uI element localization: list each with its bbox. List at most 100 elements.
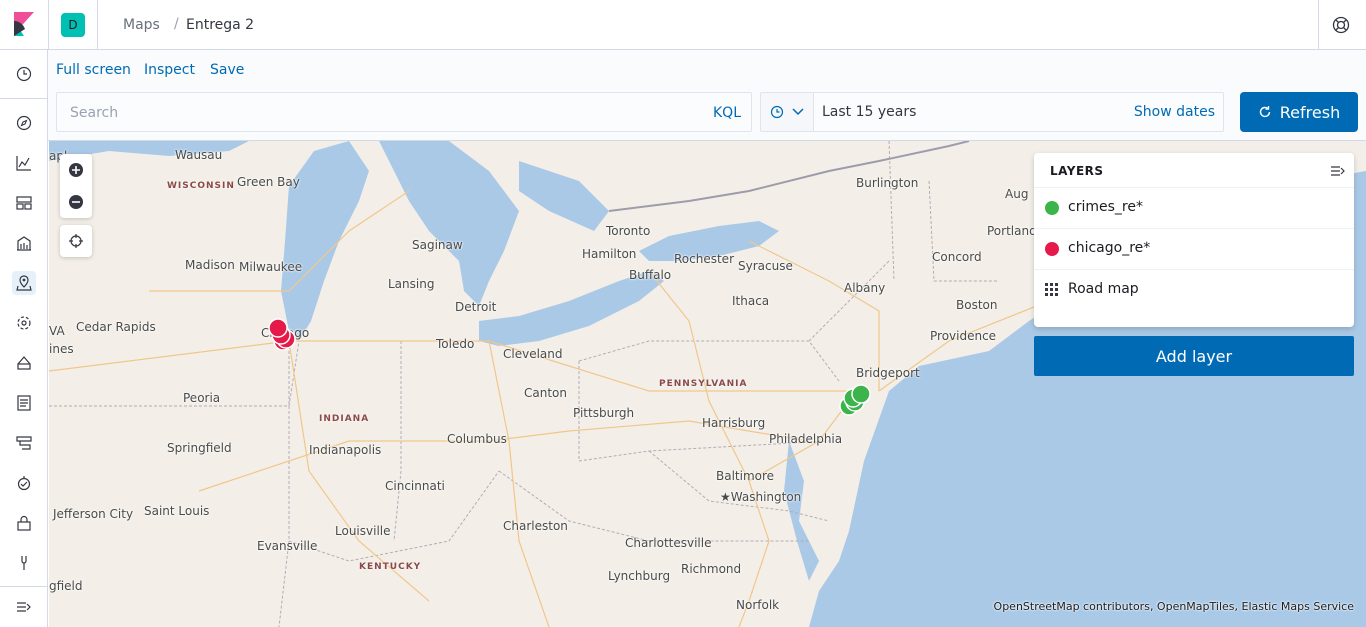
help-icon[interactable]	[1332, 16, 1350, 34]
collapse-panel-icon[interactable]	[1330, 163, 1346, 179]
place-label: Baltimore	[716, 469, 775, 483]
state-label: INDIANA	[319, 414, 370, 424]
logs-icon[interactable]	[12, 391, 36, 415]
canvas-icon[interactable]	[12, 231, 36, 255]
machine-learning-icon[interactable]	[12, 311, 36, 335]
breadcrumb-separator: /	[174, 16, 179, 32]
place-label: Saginaw	[412, 238, 463, 252]
place-label: Louisville	[335, 524, 391, 538]
place-label: Norfolk	[736, 598, 780, 612]
divider	[97, 0, 98, 50]
place-label: ines	[49, 342, 74, 356]
place-label: gfield	[49, 579, 83, 593]
state-label: WISCONSIN	[167, 181, 235, 191]
layer-item-chicago[interactable]: chicago_re*	[1034, 228, 1354, 269]
visualize-icon[interactable]	[12, 151, 36, 175]
inspect-link[interactable]: Inspect	[144, 62, 195, 78]
place-label: Burlington	[856, 176, 919, 190]
layer-color-dot	[1045, 242, 1059, 256]
infrastructure-icon[interactable]	[12, 351, 36, 375]
place-label: Harrisburg	[702, 416, 766, 430]
place-label: Jefferson City	[53, 507, 134, 521]
zoom-in-button[interactable]	[60, 154, 92, 186]
search-input[interactable]: Search KQL	[56, 92, 752, 132]
crosshair-icon	[69, 234, 83, 248]
nav-divider	[0, 98, 48, 99]
map-canvas[interactable]: Wausau Green Bay WISCONSIN apl Madison M…	[49, 141, 1366, 627]
zoom-controls	[60, 154, 92, 218]
place-label: Springfield	[167, 441, 232, 455]
place-label: Portland	[987, 224, 1037, 238]
refresh-label: Refresh	[1279, 102, 1341, 122]
time-range-label[interactable]: Last 15 years	[822, 104, 916, 120]
discover-compass-icon[interactable]	[12, 111, 36, 135]
date-picker: Last 15 years Show dates	[760, 92, 1224, 132]
place-label: Philadelphia	[769, 432, 843, 446]
place-label: Canton	[524, 386, 567, 400]
top-header: D Maps / Entrega 2	[0, 0, 1366, 50]
maps-icon[interactable]	[12, 271, 36, 295]
show-dates-link[interactable]: Show dates	[1134, 104, 1215, 120]
place-label: Boston	[956, 298, 998, 312]
place-label: Rochester	[674, 252, 734, 266]
space-avatar[interactable]: D	[61, 13, 85, 37]
full-screen-link[interactable]: Full screen	[56, 62, 131, 78]
place-label: Toledo	[436, 337, 475, 351]
dev-tools-icon[interactable]	[12, 551, 36, 575]
place-label: Lansing	[388, 277, 435, 291]
minus-circle-icon	[69, 195, 83, 209]
layer-color-dot	[1045, 201, 1059, 215]
calendar-clock-icon	[770, 105, 784, 119]
place-label: Aug	[1005, 187, 1029, 201]
place-label: VA	[49, 324, 65, 338]
apm-icon[interactable]	[12, 431, 36, 455]
breadcrumb-current: Entrega 2	[186, 17, 255, 33]
map-attribution[interactable]: OpenStreetMap contributors, OpenMapTiles…	[994, 600, 1354, 613]
place-label: Cedar Rapids	[76, 320, 156, 334]
top-nav-menu: Full screen Inspect Save Search KQL Last…	[48, 50, 1366, 141]
state-label: KENTUCKY	[359, 562, 422, 572]
state-label: PENNSYLVANIA	[659, 379, 748, 389]
layer-item-crimes[interactable]: crimes_re*	[1034, 187, 1354, 228]
nyc-points-cluster[interactable]	[833, 376, 877, 420]
security-lock-icon[interactable]	[12, 511, 36, 535]
layer-name: Road map	[1068, 281, 1139, 297]
place-label: ★Washington	[720, 490, 802, 504]
place-label: Indianapolis	[309, 443, 382, 457]
breadcrumb-maps[interactable]: Maps	[123, 17, 160, 33]
refresh-icon	[1259, 106, 1270, 118]
collapse-nav-icon[interactable]	[12, 595, 36, 619]
place-label: Detroit	[455, 300, 497, 314]
place-label: Saint Louis	[144, 504, 210, 518]
divider	[1318, 0, 1319, 50]
grid-icon	[1045, 283, 1058, 296]
uptime-icon[interactable]	[12, 471, 36, 495]
zoom-out-button[interactable]	[60, 186, 92, 218]
quick-select-button[interactable]	[761, 93, 814, 131]
place-label: Buffalo	[629, 268, 672, 282]
place-label: Syracuse	[738, 259, 793, 273]
refresh-button[interactable]: Refresh	[1240, 92, 1358, 132]
place-label: Evansville	[257, 539, 318, 553]
place-label: Providence	[930, 329, 997, 343]
place-label: Milwaukee	[239, 260, 303, 274]
recently-viewed-icon[interactable]	[12, 62, 36, 86]
kql-toggle-button[interactable]: KQL	[713, 105, 741, 121]
place-label: Hamilton	[582, 247, 637, 261]
layer-item-road-map[interactable]: Road map	[1034, 269, 1354, 310]
plus-circle-icon	[69, 163, 83, 177]
save-link[interactable]: Save	[210, 62, 244, 78]
set-view-button[interactable]	[60, 225, 92, 257]
divider	[48, 0, 49, 50]
kibana-logo-icon[interactable]	[14, 12, 34, 36]
chicago-points-cluster[interactable]	[263, 315, 303, 355]
place-label: Charlottesville	[625, 536, 712, 550]
nav-divider	[0, 586, 48, 587]
dashboard-icon[interactable]	[12, 191, 36, 215]
place-label: Wausau	[175, 148, 223, 162]
place-label: Peoria	[183, 391, 221, 405]
add-layer-button[interactable]: Add layer	[1034, 336, 1354, 376]
layers-panel: LAYERS crimes_re* chicago_re* Road map	[1034, 153, 1354, 327]
place-label: Green Bay	[237, 175, 300, 189]
place-label: Albany	[844, 281, 886, 295]
